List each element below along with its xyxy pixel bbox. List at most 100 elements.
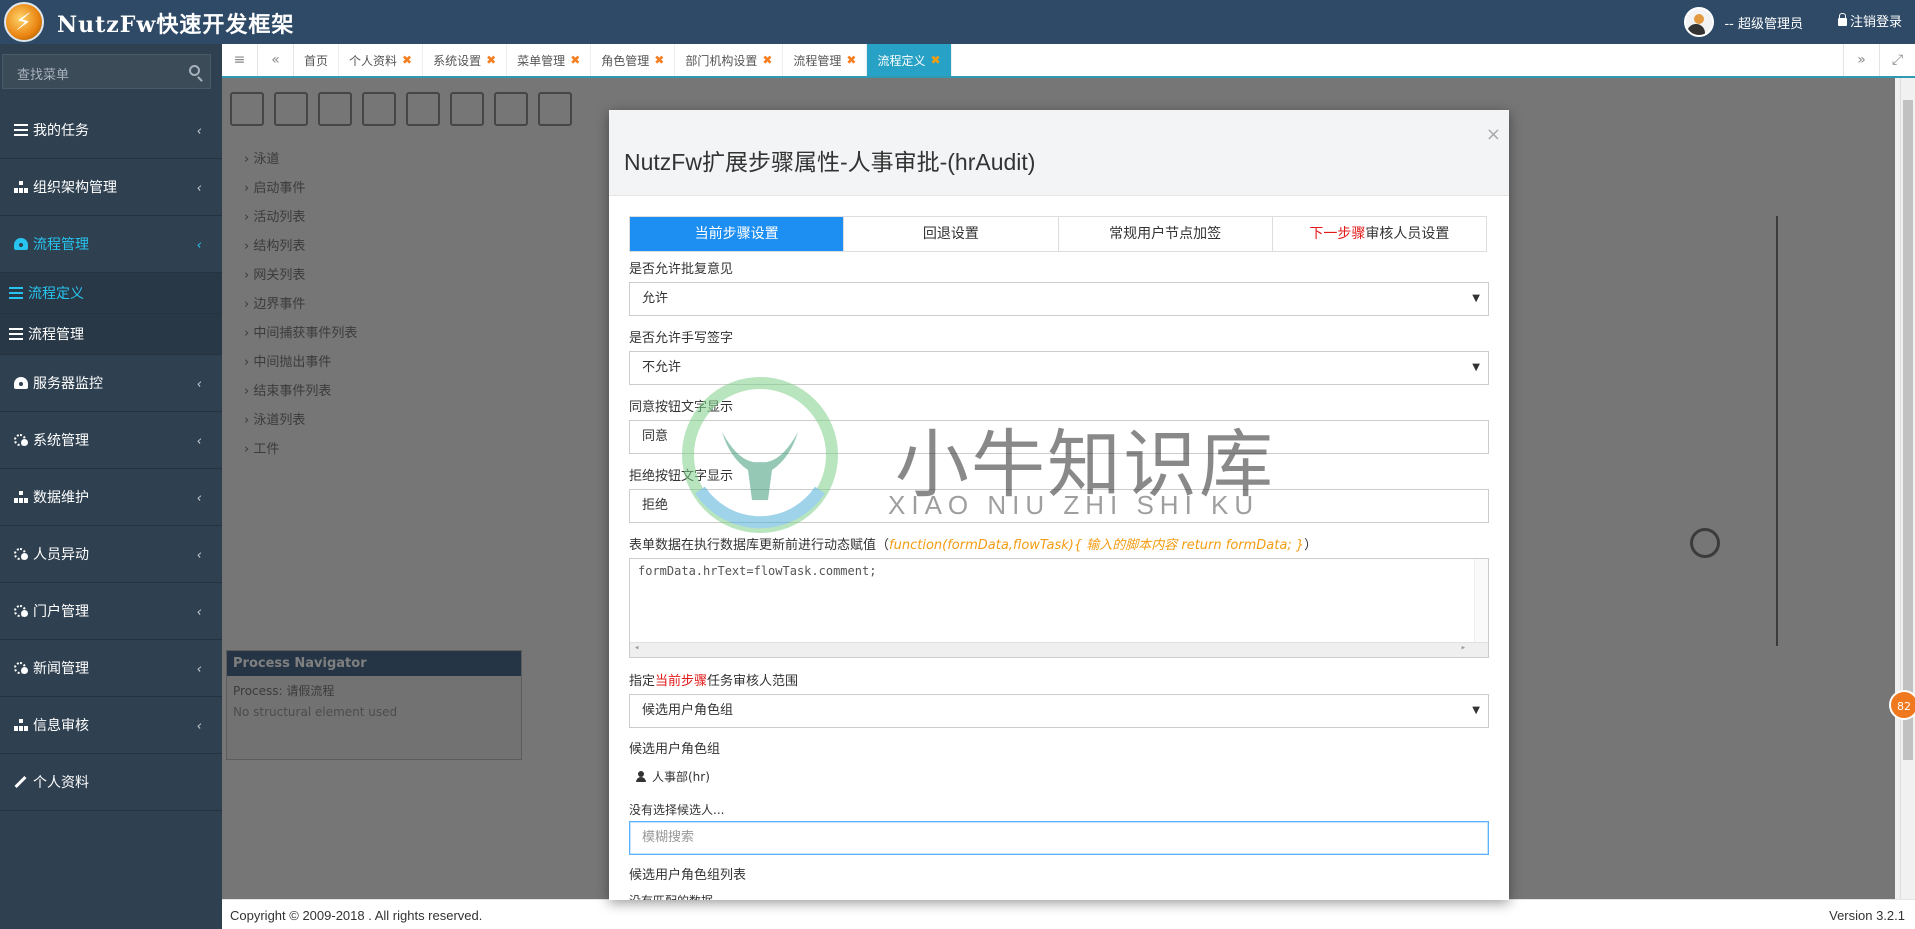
fuzzy-search-input[interactable]: 模糊搜索 xyxy=(629,821,1489,855)
sidebar-subitem-process-manage[interactable]: 流程管理 xyxy=(0,314,222,355)
scroll-tabs-left-icon[interactable]: « xyxy=(258,44,294,76)
range-label-suffix: 任务审核人范围 xyxy=(707,674,799,689)
script-label-text: 表单数据在执行数据库更新前进行动态赋值 xyxy=(629,538,877,553)
wrench-icon xyxy=(14,776,28,788)
caret-down-icon: ▼ xyxy=(1472,705,1480,716)
sidebar: 查找菜单 我的任务 ‹ 组织架构管理 ‹ 流程管理 ‹ 流程定义 流程管理 服务… xyxy=(0,44,222,929)
close-icon[interactable]: ✖ xyxy=(762,53,772,67)
tab-next-step-auditors[interactable]: 下一步骤审核人员设置 xyxy=(1273,217,1486,251)
caret-down-icon: ▼ xyxy=(1472,362,1480,373)
no-candidate-text: 没有选择候选人... xyxy=(629,803,725,817)
close-icon[interactable]: ✖ xyxy=(654,53,664,67)
sidebar-subitem-process-definition[interactable]: 流程定义 xyxy=(0,273,222,314)
sidebar-item-label: 个人资料 xyxy=(33,775,89,791)
sidebar-item-label: 组织架构管理 xyxy=(33,180,117,196)
footer: Copyright © 2009-2018 . All rights reser… xyxy=(222,899,1915,929)
script-hint: function(formData,flowTask){ 输入的脚本内容 ret… xyxy=(889,538,1305,553)
chevron-left-icon: ‹ xyxy=(196,434,202,449)
close-icon[interactable]: ✖ xyxy=(570,53,580,67)
sidebar-item-portal[interactable]: 门户管理 ‹ xyxy=(0,583,222,640)
close-icon[interactable]: ✖ xyxy=(402,53,412,67)
logout-button[interactable]: 注销登录 xyxy=(1837,11,1902,30)
sitemap-icon xyxy=(14,491,28,503)
scroll-tabs-right-icon[interactable]: » xyxy=(1843,44,1879,76)
sidebar-item-news[interactable]: 新闻管理 ‹ xyxy=(0,640,222,697)
app-brand: NutzFw快速开发框架 xyxy=(57,12,295,38)
menu-search-input[interactable]: 查找菜单 xyxy=(2,54,211,89)
close-icon[interactable]: ✖ xyxy=(931,53,941,67)
close-icon[interactable]: × xyxy=(1486,124,1501,145)
top-header: NutzFw快速开发框架 -- 超级管理员 注销登录 xyxy=(0,0,1915,44)
tab-home[interactable]: 首页 xyxy=(294,44,340,76)
logout-label[interactable]: 注销登录 xyxy=(1850,11,1902,30)
page-scrollbar[interactable] xyxy=(1900,78,1915,899)
allow-sign-label: 是否允许手写签字 xyxy=(629,331,734,346)
user-menu[interactable]: -- 超级管理员 xyxy=(1684,5,1803,39)
fullscreen-icon[interactable]: ⤢ xyxy=(1879,44,1915,76)
vertical-scrollbar[interactable] xyxy=(1474,559,1488,643)
sidebar-item-personnel[interactable]: 人员异动 ‹ xyxy=(0,526,222,583)
sidebar-item-profile[interactable]: 个人资料 xyxy=(0,754,222,811)
select-value: 允许 xyxy=(642,291,669,306)
sidebar-item-org[interactable]: 组织架构管理 ‹ xyxy=(0,159,222,216)
logo-icon xyxy=(4,2,44,42)
sidebar-item-system[interactable]: 系统管理 ‹ xyxy=(0,412,222,469)
chevron-left-icon: ‹ xyxy=(196,124,202,139)
script-editor[interactable]: formData.hrText=flowTask.comment; xyxy=(629,558,1489,658)
tab-bar: ≡ « 首页 个人资料 ✖ 系统设置 ✖ 菜单管理 ✖ 角色管理 ✖ 部门机构设置 ✖ 流… xyxy=(222,44,1915,78)
tab-dept-settings[interactable]: 部门机构设置 ✖ xyxy=(675,44,784,76)
tab-countersign[interactable]: 常规用户节点加签 xyxy=(1059,217,1273,251)
notification-badge[interactable]: 82 xyxy=(1889,690,1915,720)
chevron-left-icon: ‹ xyxy=(196,491,202,506)
modal-title: NutzFw扩展步骤属性-人事审批-(hrAudit) xyxy=(624,149,1036,175)
tab-role-manage[interactable]: 角色管理 ✖ xyxy=(591,44,676,76)
tab-system-settings[interactable]: 系统设置 ✖ xyxy=(423,44,508,76)
tab-process-definition[interactable]: 流程定义 ✖ xyxy=(867,44,952,76)
script-value: formData.hrText=flowTask.comment; xyxy=(638,564,877,578)
tab-label: 首页 xyxy=(304,53,329,68)
auditor-range-select[interactable]: 候选用户角色组 ▼ xyxy=(629,694,1489,728)
sidebar-item-label: 数据维护 xyxy=(33,490,89,506)
tab-rollback[interactable]: 回退设置 xyxy=(844,217,1059,251)
close-icon[interactable]: ✖ xyxy=(846,53,856,67)
dashboard-icon xyxy=(14,377,28,389)
sitemap-icon xyxy=(14,719,28,731)
chevron-down-icon: ‹ xyxy=(196,238,202,253)
tab-current-step[interactable]: 当前步骤设置 xyxy=(630,217,845,251)
user-icon xyxy=(636,771,646,782)
sidebar-item-server-monitor[interactable]: 服务器监控 ‹ xyxy=(0,355,222,412)
user-label[interactable]: -- 超级管理员 xyxy=(1724,13,1803,32)
menu-search-placeholder[interactable]: 查找菜单 xyxy=(17,64,69,83)
sidebar-item-my-tasks[interactable]: 我的任务 ‹ xyxy=(0,102,222,159)
sidebar-item-audit[interactable]: 信息审核 ‹ xyxy=(0,697,222,754)
search-icon[interactable] xyxy=(189,65,200,76)
cogs-icon xyxy=(14,662,28,674)
candidate-group-name: 人事部(hr) xyxy=(652,770,710,784)
chevron-left-icon: ‹ xyxy=(196,377,202,392)
range-label-prefix: 指定 xyxy=(629,674,656,689)
candidate-group-item[interactable]: 人事部(hr) xyxy=(636,768,710,785)
sidebar-item-process[interactable]: 流程管理 ‹ xyxy=(0,216,222,273)
tab-process-manage[interactable]: 流程管理 ✖ xyxy=(783,44,868,76)
list-icon xyxy=(9,287,23,299)
sidebar-subitem-label: 流程管理 xyxy=(28,327,84,343)
caret-down-icon: ▼ xyxy=(1472,293,1480,304)
sidebar-item-label: 门户管理 xyxy=(33,604,89,620)
allow-comment-label: 是否允许批复意见 xyxy=(629,262,734,277)
sidebar-item-data[interactable]: 数据维护 ‹ xyxy=(0,469,222,526)
sidebar-item-label: 系统管理 xyxy=(33,433,89,449)
range-label: 指定当前步骤任务审核人范围 xyxy=(629,670,798,689)
candidate-list-label: 候选用户角色组列表 xyxy=(629,868,747,883)
close-icon[interactable]: ✖ xyxy=(486,53,496,67)
modal-header: NutzFw扩展步骤属性-人事审批-(hrAudit) × xyxy=(609,110,1509,196)
allow-comment-select[interactable]: 允许 ▼ xyxy=(629,282,1489,316)
horizontal-scrollbar[interactable] xyxy=(630,642,1488,657)
avatar[interactable] xyxy=(1684,7,1715,37)
tab-profile[interactable]: 个人资料 ✖ xyxy=(339,44,424,76)
tab-menu-manage[interactable]: 菜单管理 ✖ xyxy=(507,44,592,76)
menu-toggle-icon[interactable]: ≡ xyxy=(222,44,258,76)
chevron-left-icon: ‹ xyxy=(196,548,202,563)
cogs-icon xyxy=(14,548,28,560)
tab-label: 系统设置 xyxy=(433,53,482,68)
scrollbar-thumb[interactable] xyxy=(1903,100,1913,760)
